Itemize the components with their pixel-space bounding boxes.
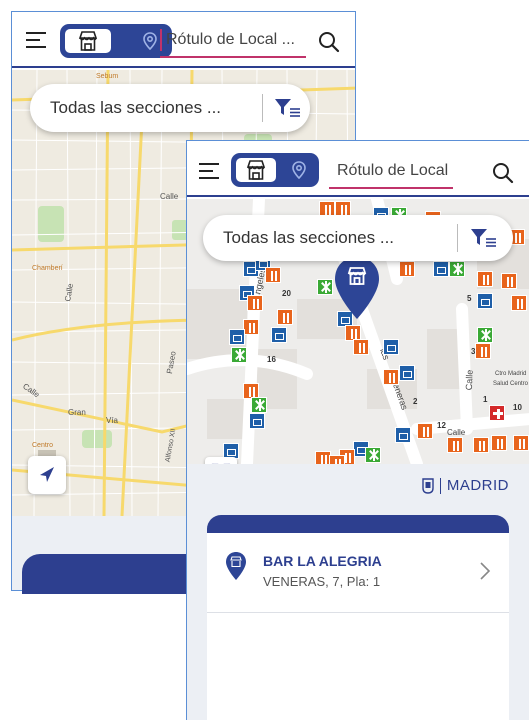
map-label: 16	[267, 355, 276, 364]
restaurant-marker[interactable]	[265, 267, 281, 283]
view-toggle[interactable]	[231, 153, 319, 187]
map-label: Gran	[68, 408, 86, 417]
front-sections-selector[interactable]: Todas las secciones ...	[203, 215, 513, 261]
sections-label: Todas las secciones ...	[223, 228, 395, 247]
shop-marker[interactable]	[249, 413, 265, 429]
madrid-brand-text: MADRID	[439, 478, 509, 494]
map-label: Vía	[106, 416, 119, 425]
back-search-input[interactable]	[160, 24, 306, 56]
expand-icon	[211, 463, 231, 464]
chevron-right-icon[interactable]	[479, 561, 491, 581]
search-icon[interactable]	[317, 30, 341, 54]
restaurant-marker[interactable]	[473, 437, 489, 453]
menu-icon[interactable]	[199, 163, 221, 181]
madrid-crest-icon	[422, 478, 434, 494]
restaurant-marker[interactable]	[417, 423, 433, 439]
result-list-item[interactable]: BAR LA ALEGRIA VENERAS, 7, Pla: 1	[207, 533, 509, 613]
selected-location-marker[interactable]	[333, 255, 381, 321]
restaurant-marker[interactable]	[247, 295, 263, 311]
navigation-arrow-icon	[40, 467, 54, 482]
restaurant-marker[interactable]	[353, 339, 369, 355]
service-marker[interactable]	[231, 347, 247, 363]
map-label: 5	[467, 294, 472, 303]
service-marker[interactable]	[317, 279, 333, 295]
restaurant-marker[interactable]	[277, 309, 293, 325]
service-marker[interactable]	[251, 397, 267, 413]
map-label: 2	[413, 397, 418, 406]
map-label: Calle	[447, 428, 466, 437]
results-card-header	[207, 515, 509, 533]
map-label: Salud Centro	[493, 381, 529, 387]
shop-marker[interactable]	[271, 327, 287, 343]
sections-label: Todas las secciones ...	[50, 98, 222, 117]
service-marker[interactable]	[449, 261, 465, 277]
separator	[457, 224, 458, 252]
front-search-field[interactable]	[329, 155, 453, 189]
back-search-field[interactable]	[160, 24, 306, 58]
shop-marker[interactable]	[383, 339, 399, 355]
map-label: 1	[483, 395, 488, 404]
shop-marker[interactable]	[477, 293, 493, 309]
restaurant-marker[interactable]	[475, 343, 491, 359]
result-name: BAR LA ALEGRIA	[263, 553, 382, 569]
restaurant-marker[interactable]	[511, 295, 527, 311]
text-caret	[160, 29, 162, 51]
front-top-bar	[187, 141, 529, 197]
restaurant-marker[interactable]	[447, 437, 463, 453]
map-label: Calle	[463, 369, 475, 391]
front-screen: Ángeles las Veneras Calle Calle 20 16 5 …	[186, 140, 529, 720]
separator	[262, 94, 263, 122]
map-label: Calle	[160, 192, 179, 201]
restaurant-marker[interactable]	[513, 435, 529, 451]
map-label: Ctro Madrid	[495, 371, 527, 377]
results-card: BAR LA ALEGRIA VENERAS, 7, Pla: 1	[207, 515, 509, 720]
back-sections-selector[interactable]: Todas las secciones ...	[30, 84, 310, 132]
front-search-input[interactable]	[329, 155, 453, 187]
map-label: 12	[437, 421, 446, 430]
store-icon	[246, 160, 266, 180]
map-label: Sebum	[96, 73, 119, 80]
madrid-logo: MADRID	[422, 476, 509, 496]
store-icon	[78, 31, 98, 51]
menu-icon[interactable]	[26, 32, 48, 50]
store-pin-icon	[226, 552, 246, 580]
view-toggle[interactable]	[60, 24, 172, 58]
pharmacy-marker[interactable]	[489, 405, 505, 421]
shop-marker[interactable]	[399, 365, 415, 381]
filter-icon[interactable]	[469, 226, 497, 250]
location-pin-icon[interactable]	[140, 31, 160, 51]
restaurant-marker[interactable]	[477, 271, 493, 287]
restaurant-marker[interactable]	[399, 261, 415, 277]
search-icon[interactable]	[491, 161, 515, 185]
screenshot-stage: Sebum Calle Chamberí Calle Paseo Calle G…	[0, 0, 529, 720]
restaurant-marker[interactable]	[329, 455, 345, 464]
shop-marker[interactable]	[229, 329, 245, 345]
restaurant-marker[interactable]	[501, 273, 517, 289]
filter-icon[interactable]	[273, 96, 301, 120]
shop-marker[interactable]	[395, 427, 411, 443]
expand-map-button[interactable]	[205, 457, 237, 464]
restaurant-marker[interactable]	[491, 435, 507, 451]
shop-marker[interactable]	[433, 261, 449, 277]
restaurant-marker[interactable]	[383, 369, 399, 385]
back-top-bar	[12, 12, 355, 68]
locate-me-button[interactable]	[28, 456, 66, 494]
store-view-button[interactable]	[234, 156, 278, 184]
map-label: 10	[513, 403, 522, 412]
result-address: VENERAS, 7, Pla: 1	[263, 574, 381, 589]
store-view-button[interactable]	[63, 27, 113, 55]
service-marker[interactable]	[477, 327, 493, 343]
location-pin-icon[interactable]	[289, 160, 309, 180]
restaurant-marker[interactable]	[243, 319, 259, 335]
map-label: Centro	[32, 442, 54, 449]
service-marker[interactable]	[365, 447, 381, 463]
map-label: Chamberí	[32, 265, 63, 272]
map-label: 20	[282, 289, 291, 298]
